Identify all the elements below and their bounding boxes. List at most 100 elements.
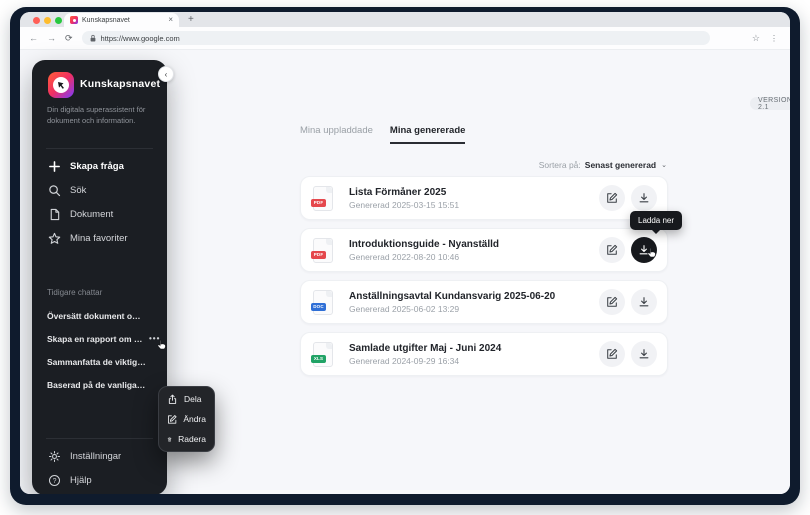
document-row[interactable]: PDF Lista Förmåner 2025 Genererad 2025-0… <box>300 176 668 220</box>
sidebar-item-label: Dokument <box>70 209 113 220</box>
bookmark-star-icon[interactable]: ☆ <box>752 33 760 44</box>
document-row[interactable]: DOC Anställningsavtal Kundansvarig 2025-… <box>300 280 668 324</box>
browser-menu-icon[interactable]: ⋮ <box>770 34 778 43</box>
app-logo <box>48 72 74 98</box>
new-tab-icon[interactable]: + <box>188 14 194 25</box>
tab-mina-genererade[interactable]: Mina genererade <box>390 125 466 144</box>
sidebar-footer: Inställningar ? Hjälp <box>32 444 167 492</box>
context-menu-item-radera[interactable]: Radera <box>159 429 214 449</box>
document-actions <box>599 185 657 211</box>
chevron-down-icon: ⌄ <box>661 161 667 169</box>
document-row[interactable]: XLS Samlade utgifter Maj - Juni 2024 Gen… <box>300 332 668 376</box>
download-tooltip: Ladda ner <box>630 211 682 230</box>
history-item-label: Skapa en rapport om de tio s... <box>47 334 147 344</box>
edit-icon <box>606 296 618 308</box>
document-title: Anställningsavtal Kundansvarig 2025-06-2… <box>349 291 599 302</box>
edit-icon <box>167 414 177 425</box>
sidebar-item-label: Sök <box>70 185 86 196</box>
document-text: Lista Förmåner 2025 Genererad 2025-03-15… <box>349 187 599 210</box>
browser-toolbar: ← → ⟳ https://www.google.com ☆ ⋮ <box>20 27 790 50</box>
tab-mina-uppladdade[interactable]: Mina uppladdade <box>300 125 373 144</box>
maximize-window-button[interactable] <box>55 17 62 24</box>
download-button[interactable] <box>631 185 657 211</box>
file-type-badge: PDF <box>311 251 326 259</box>
history-item[interactable]: Sammanfatta de viktigaste o... <box>32 350 167 373</box>
sidebar: ‹ Kunskapsnavet Din digitala superassist… <box>32 60 167 494</box>
help-icon: ? <box>48 474 61 487</box>
edit-button[interactable] <box>599 237 625 263</box>
sidebar-divider <box>46 148 153 149</box>
sidebar-item-label: Inställningar <box>70 451 121 462</box>
history-item[interactable]: Översätt dokument om perso... <box>32 304 167 327</box>
file-type-badge: XLS <box>311 355 326 363</box>
traffic-lights <box>33 17 62 24</box>
browser-tabstrip: Kunskapsnavet × + <box>20 12 790 27</box>
search-icon <box>48 184 61 197</box>
edit-button[interactable] <box>599 289 625 315</box>
download-icon <box>638 296 650 308</box>
sort-control[interactable]: Sortera på: Senast genererad ⌄ <box>20 160 667 170</box>
svg-text:?: ? <box>53 477 57 484</box>
document-date: Genererad 2025-03-15 15:51 <box>349 200 599 210</box>
edit-icon <box>606 348 618 360</box>
sidebar-item-mina-favoriter[interactable]: Mina favoriter <box>32 226 167 250</box>
sidebar-item-sok[interactable]: Sök <box>32 178 167 202</box>
document-date: Genererad 2022-08-20 10:46 <box>349 252 599 262</box>
cursor-pointer-icon <box>156 338 169 351</box>
page-tabs: Mina uppladdade Mina genererade <box>300 125 465 144</box>
history-header: Tidigare chattar <box>47 288 102 297</box>
back-icon[interactable]: ← <box>29 33 38 43</box>
history-item-label: Baserad på de vanligaste for... <box>47 380 147 390</box>
star-icon <box>48 232 61 245</box>
document-date: Genererad 2024-09-29 16:34 <box>349 356 599 366</box>
download-button[interactable] <box>631 341 657 367</box>
sidebar-item-hjalp[interactable]: ? Hjälp <box>32 468 167 492</box>
cursor-pointer-icon <box>646 246 659 259</box>
close-window-button[interactable] <box>33 17 40 24</box>
context-menu-item-dela[interactable]: Dela <box>159 389 214 409</box>
download-button-hovered[interactable] <box>631 237 657 263</box>
tab-title: Kunskapsnavet <box>82 17 164 24</box>
version-badge: VERSION 2.1 <box>750 97 790 110</box>
screenshot-canvas: Kunskapsnavet × + ← → ⟳ https://www.goog… <box>0 0 810 515</box>
url-bar[interactable]: https://www.google.com <box>82 31 710 45</box>
gear-icon <box>48 450 61 463</box>
history-item[interactable]: Baserad på de vanligaste for... <box>32 373 167 396</box>
document-row[interactable]: PDF Introduktionsguide - Nyanställd Gene… <box>300 228 668 272</box>
edit-icon <box>606 244 618 256</box>
sidebar-collapse-button[interactable]: ‹ <box>158 66 174 82</box>
edit-button[interactable] <box>599 185 625 211</box>
kunskapsnavet-favicon <box>70 16 78 24</box>
document-icon <box>48 208 61 221</box>
toolbar-right: ☆ ⋮ <box>752 33 790 44</box>
document-text: Anställningsavtal Kundansvarig 2025-06-2… <box>349 291 599 314</box>
download-button[interactable] <box>631 289 657 315</box>
edit-button[interactable] <box>599 341 625 367</box>
reload-icon[interactable]: ⟳ <box>65 33 73 44</box>
sidebar-item-installningar[interactable]: Inställningar <box>32 444 167 468</box>
minimize-window-button[interactable] <box>44 17 51 24</box>
context-menu-label: Ändra <box>183 414 206 424</box>
document-list: PDF Lista Förmåner 2025 Genererad 2025-0… <box>300 176 668 376</box>
file-type-badge: DOC <box>311 303 326 311</box>
tab-close-icon[interactable]: × <box>168 16 173 24</box>
sidebar-divider <box>46 438 153 439</box>
window-frame: Kunskapsnavet × + ← → ⟳ https://www.goog… <box>10 7 800 505</box>
document-actions <box>599 289 657 315</box>
document-actions <box>599 341 657 367</box>
file-type-badge: PDF <box>311 199 326 207</box>
browser-tab[interactable]: Kunskapsnavet × <box>64 13 179 27</box>
sidebar-item-dokument[interactable]: Dokument <box>32 202 167 226</box>
history-item-selected[interactable]: Skapa en rapport om de tio s... ••• <box>32 327 167 350</box>
context-menu-item-andra[interactable]: Ändra <box>159 409 214 429</box>
document-title: Samlade utgifter Maj - Juni 2024 <box>349 343 599 354</box>
download-icon <box>638 192 650 204</box>
file-icon-pdf: PDF <box>313 186 333 211</box>
document-text: Introduktionsguide - Nyanställd Generera… <box>349 239 599 262</box>
share-icon <box>167 394 178 405</box>
forward-icon[interactable]: → <box>47 33 56 43</box>
app-tagline: Din digitala superassistent för dokument… <box>47 104 159 127</box>
document-title: Lista Förmåner 2025 <box>349 187 599 198</box>
file-icon-xls: XLS <box>313 342 333 367</box>
sort-label: Sortera på: <box>539 160 581 170</box>
